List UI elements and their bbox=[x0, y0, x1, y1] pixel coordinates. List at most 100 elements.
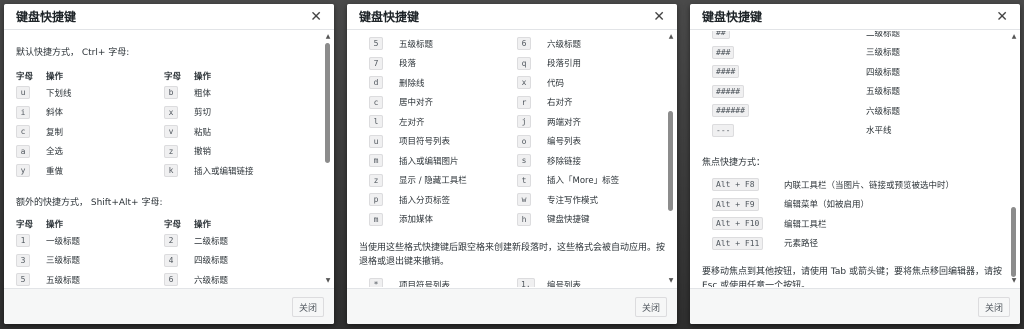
dialog-header: 键盘快捷键 ✕ bbox=[690, 4, 1020, 30]
shortcut-key: 6 bbox=[517, 37, 531, 51]
shortcut-key: #### bbox=[712, 65, 740, 79]
shortcut-key: 2 bbox=[164, 234, 178, 248]
col-key-header: 字母 bbox=[16, 72, 34, 82]
table-row: 5 五级标题 6 六级标题 bbox=[369, 34, 629, 54]
shortcut-action: 插入或编辑图片 bbox=[399, 156, 459, 167]
shortcut-action: 全选 bbox=[46, 147, 64, 158]
scrollbar[interactable]: ▲ ▼ bbox=[1010, 31, 1018, 287]
table-row: Alt + F8 内联工具栏（当图片、链接或预览被选中时） bbox=[712, 175, 1002, 195]
shortcut-action: 专注写作模式 bbox=[547, 195, 599, 206]
col-action-header: 操作 bbox=[46, 72, 64, 82]
shortcut-action: 一级标题 bbox=[46, 236, 81, 247]
scroll-down-arrow[interactable]: ▼ bbox=[1010, 277, 1018, 285]
shortcut-action: 右对齐 bbox=[547, 98, 573, 109]
shortcuts-dialog-2: 键盘快捷键 ✕ 5 五级标题 6 六级标题 7 段落 q 段落引用 d 删除线 x 代码 c 居中对齐 r 右… bbox=[347, 4, 677, 324]
shortcut-key: u bbox=[369, 134, 383, 148]
scrollbar[interactable]: ▲ ▼ bbox=[667, 31, 675, 287]
shortcut-action: 代码 bbox=[547, 78, 565, 89]
close-button[interactable]: 关闭 bbox=[977, 297, 1010, 317]
table-row: Alt + F9 编辑菜单（如被启用） bbox=[712, 195, 1002, 215]
shortcut-key: w bbox=[517, 193, 531, 207]
shortcut-action: 插入或编辑链接 bbox=[194, 166, 254, 177]
table-row: y 重做 k 插入或编辑链接 bbox=[16, 161, 276, 181]
table-row: ### 三级标题 bbox=[712, 43, 932, 63]
shortcut-key: p bbox=[369, 193, 383, 207]
shortcut-key: 5 bbox=[369, 37, 383, 51]
scroll-down-arrow[interactable]: ▼ bbox=[324, 277, 332, 285]
dialog-body[interactable]: 5 五级标题 6 六级标题 7 段落 q 段落引用 d 删除线 x 代码 c 居中对齐 r 右对齐 l 左对齐 j 两… bbox=[347, 31, 665, 287]
shortcut-action: 删除线 bbox=[399, 78, 425, 89]
shortcut-key: u bbox=[16, 86, 30, 100]
col-key-header: 字母 bbox=[164, 72, 182, 82]
close-icon[interactable]: ✕ bbox=[996, 10, 1008, 24]
table-row: m 插入或编辑图片 s 移除链接 bbox=[369, 151, 629, 171]
shortcut-key: Alt + F10 bbox=[712, 217, 764, 231]
close-icon[interactable]: ✕ bbox=[310, 10, 322, 24]
shortcut-action: 显示 / 隐藏工具栏 bbox=[399, 176, 467, 187]
scroll-up-arrow[interactable]: ▲ bbox=[1010, 33, 1018, 41]
table-row: ## 二级标题 bbox=[712, 31, 932, 43]
shortcut-key: 1. bbox=[517, 278, 535, 287]
scrollbar-thumb[interactable] bbox=[1011, 207, 1016, 277]
scroll-up-arrow[interactable]: ▲ bbox=[667, 33, 675, 41]
markdown-shortcuts-table: ## 二级标题 ### 三级标题 #### 四级标题 ##### 五级标题 ###### 六级… bbox=[712, 31, 932, 140]
shortcut-key: z bbox=[369, 173, 383, 187]
table-row: l 左对齐 j 两端对齐 bbox=[369, 112, 629, 132]
table-row: ###### 六级标题 bbox=[712, 101, 932, 121]
shortcut-key: m bbox=[369, 212, 383, 226]
shortcut-key: h bbox=[517, 212, 531, 226]
scrollbar-thumb[interactable] bbox=[668, 111, 673, 211]
table-row: c 复制 v 粘贴 bbox=[16, 122, 276, 142]
shortcut-key: --- bbox=[712, 123, 735, 137]
scroll-up-arrow[interactable]: ▲ bbox=[324, 33, 332, 41]
shortcut-action: 四级标题 bbox=[194, 256, 229, 267]
shortcut-key: 3 bbox=[16, 253, 30, 267]
dialog-body[interactable]: 默认快捷方式， Ctrl+ 字母: 字母 操作 字母 操作 u 下划线 b 粗体 i 斜体… bbox=[4, 31, 322, 287]
dialog-title: 键盘快捷键 bbox=[702, 10, 763, 24]
shortcut-action: 三级标题 bbox=[866, 48, 901, 59]
format-note: 当使用这些格式快捷键后跟空格来创建新段落时，这些格式会被自动应用。按退格或退出键… bbox=[359, 243, 665, 267]
shortcut-key: m bbox=[369, 154, 383, 168]
shortcut-action: 六级标题 bbox=[866, 106, 901, 117]
shortcut-action: 复制 bbox=[46, 127, 64, 138]
col-action-header: 操作 bbox=[46, 220, 64, 230]
shortcut-action: 四级标题 bbox=[866, 67, 901, 78]
dialog-body[interactable]: ## 二级标题 ### 三级标题 #### 四级标题 ##### 五级标题 ###### 六级… bbox=[690, 31, 1008, 287]
table-row: 7 段落 q 段落引用 bbox=[369, 54, 629, 74]
table-row: 1 一级标题 2 二级标题 bbox=[16, 231, 276, 251]
shortcut-key: ###### bbox=[712, 104, 749, 118]
focus-note: 要移动焦点到其他按钮，请使用 Tab 或箭头键；要将焦点移回编辑器，请按 Esc… bbox=[702, 267, 1002, 287]
shortcut-action: 编号列表 bbox=[547, 137, 582, 148]
shortcut-key: c bbox=[16, 125, 30, 139]
shortcut-key: l bbox=[369, 115, 383, 129]
scroll-down-arrow[interactable]: ▼ bbox=[667, 277, 675, 285]
dialog-header: 键盘快捷键 ✕ bbox=[347, 4, 677, 30]
col-action-header: 操作 bbox=[194, 72, 212, 82]
shortcut-key: s bbox=[517, 154, 531, 168]
col-key-header: 字母 bbox=[164, 220, 182, 230]
format-shortcuts-table: * 项目符号列表 1. 编号列表 bbox=[369, 275, 629, 287]
table-row: i 斜体 x 剪切 bbox=[16, 103, 276, 123]
default-shortcuts-table: 字母 操作 字母 操作 u 下划线 b 粗体 i 斜体 x 剪切 c 复制 v 粘贴 a 全选 z 撤销 y 重做… bbox=[16, 69, 276, 181]
scrollbar-thumb[interactable] bbox=[325, 43, 330, 163]
shortcut-key: d bbox=[369, 76, 383, 90]
table-row: 5 五级标题 6 六级标题 bbox=[16, 270, 276, 287]
shortcut-action: 两端对齐 bbox=[547, 117, 582, 128]
shortcuts-dialog-1: 键盘快捷键 ✕ 默认快捷方式， Ctrl+ 字母: 字母 操作 字母 操作 u 下… bbox=[4, 4, 334, 324]
dialog-footer: 关闭 bbox=[690, 288, 1020, 324]
close-button[interactable]: 关闭 bbox=[291, 297, 324, 317]
shortcut-key: o bbox=[517, 134, 531, 148]
focus-shortcuts-table: Alt + F8 内联工具栏（当图片、链接或预览被选中时） Alt + F9 编辑菜单… bbox=[712, 175, 1002, 253]
shortcut-action: 六级标题 bbox=[194, 275, 229, 286]
close-button[interactable]: 关闭 bbox=[634, 297, 667, 317]
shortcut-action: 重做 bbox=[46, 166, 64, 177]
table-row: z 显示 / 隐藏工具栏 t 插入「More」标签 bbox=[369, 171, 629, 191]
table-row: #### 四级标题 bbox=[712, 62, 932, 82]
shortcut-key: ### bbox=[712, 45, 735, 59]
shortcut-action: 插入「More」标签 bbox=[547, 176, 620, 187]
shortcut-key: v bbox=[164, 125, 178, 139]
scrollbar[interactable]: ▲ ▼ bbox=[324, 31, 332, 287]
shortcut-action: 段落 bbox=[399, 59, 417, 70]
close-icon[interactable]: ✕ bbox=[653, 10, 665, 24]
shortcut-action: 二级标题 bbox=[194, 236, 229, 247]
